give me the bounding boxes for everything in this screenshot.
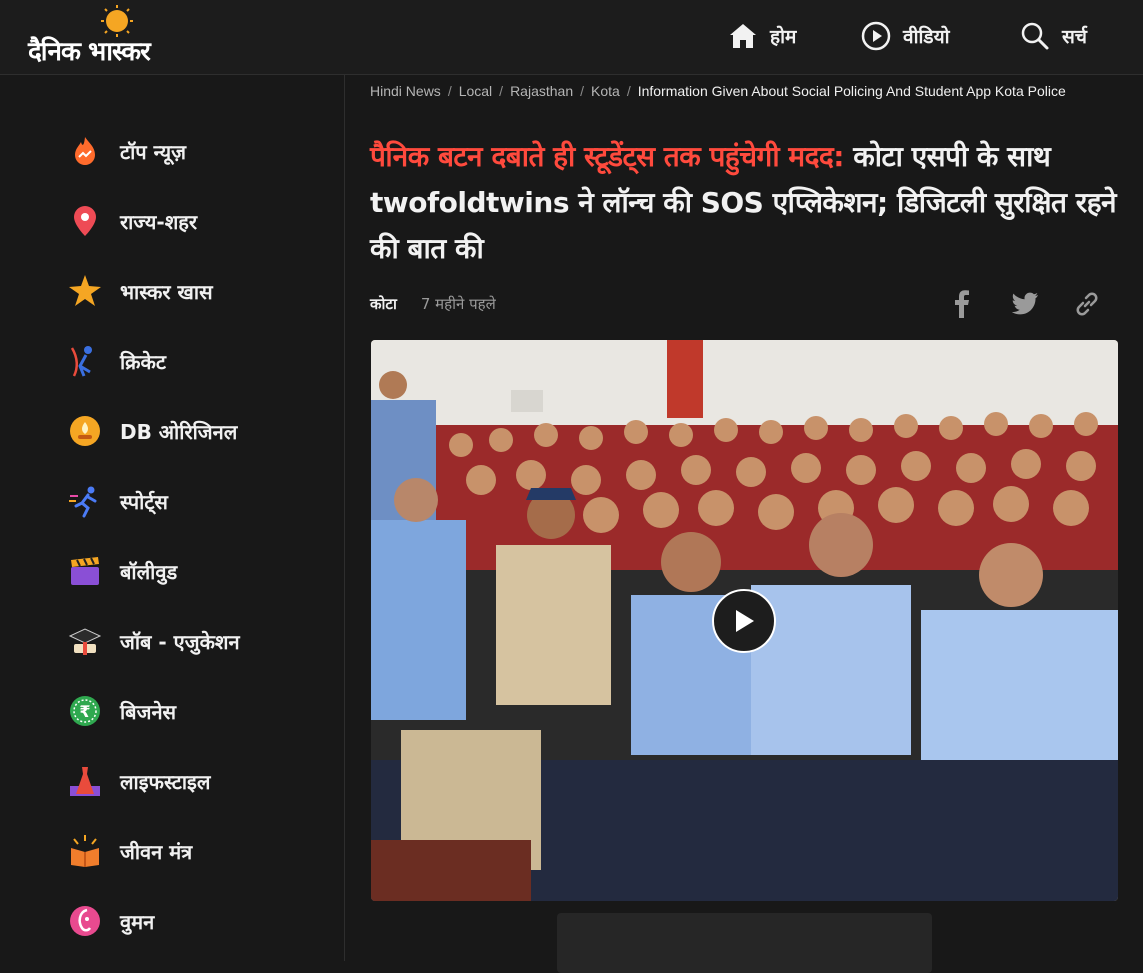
woman-face-icon <box>68 904 102 938</box>
dress-icon <box>68 764 102 798</box>
runner-icon <box>68 484 102 518</box>
sidebar-item-job-education[interactable]: जॉब - एजुकेशन <box>68 621 240 661</box>
sidebar-item-label: क्रिकेट <box>120 349 166 374</box>
sidebar: टॉप न्यूज़ राज्य-शहर भास्कर खास क्रिकेट … <box>0 75 345 961</box>
article-time: 7 महीने पहले <box>420 295 496 313</box>
ad-placeholder <box>557 913 932 973</box>
sidebar-item-label: स्पोर्ट्स <box>120 489 168 514</box>
breadcrumb-kota[interactable]: Kota <box>591 83 620 99</box>
sidebar-item-woman[interactable]: वुमन <box>68 901 154 941</box>
star-burst-icon <box>68 274 102 308</box>
cricket-batsman-icon <box>68 344 102 378</box>
article-meta: कोटा 7 महीने पहले <box>370 294 496 314</box>
article-headline: पैनिक बटन दबाते ही स्टूडेंट्स तक पहुंचेग… <box>370 134 1120 272</box>
breadcrumb-local[interactable]: Local <box>459 83 492 99</box>
breadcrumb-hindi-news[interactable]: Hindi News <box>370 83 441 99</box>
article-city[interactable]: कोटा <box>370 294 397 314</box>
sidebar-item-label: टॉप न्यूज़ <box>120 139 186 164</box>
lamp-icon <box>68 414 102 448</box>
copy-link-button[interactable] <box>1072 289 1102 319</box>
clapperboard-icon <box>68 554 102 588</box>
facebook-icon <box>955 290 969 318</box>
nav-video-label: वीडियो <box>903 26 950 48</box>
headline-highlight: पैनिक बटन दबाते ही स्टूडेंट्स तक पहुंचेग… <box>370 140 845 173</box>
sidebar-item-jeevan-mantra[interactable]: जीवन मंत्र <box>68 831 192 871</box>
flame-trend-icon <box>68 134 102 168</box>
sidebar-item-label: बिजनेस <box>120 699 177 724</box>
video-play-button[interactable] <box>712 589 776 653</box>
breadcrumb-separator: / <box>626 83 631 99</box>
top-header: दैनिक भास्कर होम वीडियो सर्च <box>0 0 1143 75</box>
sidebar-item-top-news[interactable]: टॉप न्यूज़ <box>68 131 186 171</box>
book-sun-icon <box>68 834 102 868</box>
nav-home-label: होम <box>770 26 797 48</box>
sidebar-item-label: DB ओरिजिनल <box>120 419 238 444</box>
sidebar-item-bhaskar-khas[interactable]: भास्कर खास <box>68 271 213 311</box>
search-icon <box>1021 22 1049 50</box>
breadcrumb: Hindi News / Local / Rajasthan / Kota / Informat… <box>370 83 1066 99</box>
facebook-share-button[interactable] <box>947 289 977 319</box>
sidebar-item-label: लाइफस्टाइल <box>120 769 211 794</box>
sidebar-item-label: वुमन <box>120 909 155 934</box>
breadcrumb-current: Information Given About Social Policing … <box>637 83 1066 99</box>
sidebar-item-label: जॉब - एजुकेशन <box>120 629 240 654</box>
nav-search-label: सर्च <box>1062 26 1087 48</box>
sidebar-item-state-city[interactable]: राज्य-शहर <box>68 201 197 241</box>
graduation-cap-icon <box>68 624 102 658</box>
sidebar-item-label: राज्य-शहर <box>120 209 198 234</box>
sidebar-item-lifestyle[interactable]: लाइफस्टाइल <box>68 761 210 801</box>
rupee-coin-icon: ₹ <box>68 694 102 728</box>
sidebar-item-bollywood[interactable]: बॉलीवुड <box>68 551 177 591</box>
site-logo[interactable]: दैनिक भास्कर <box>28 4 208 68</box>
sidebar-item-label: जीवन मंत्र <box>120 839 193 864</box>
breadcrumb-separator: / <box>580 83 584 99</box>
sidebar-item-sports[interactable]: स्पोर्ट्स <box>68 481 168 521</box>
nav-home[interactable]: होम <box>728 20 796 52</box>
sidebar-item-business[interactable]: ₹ बिजनेस <box>68 691 176 731</box>
play-icon <box>736 610 754 632</box>
twitter-icon <box>1011 292 1038 315</box>
play-circle-icon <box>861 21 891 51</box>
svg-text:₹: ₹ <box>79 702 90 721</box>
twitter-share-button[interactable] <box>1010 289 1040 319</box>
sidebar-item-label: बॉलीवुड <box>120 559 178 584</box>
sidebar-item-label: भास्कर खास <box>120 279 213 304</box>
breadcrumb-separator: / <box>499 83 504 99</box>
sidebar-item-cricket[interactable]: क्रिकेट <box>68 341 166 381</box>
sidebar-item-db-original[interactable]: DB ओरिजिनल <box>68 411 237 451</box>
breadcrumb-rajasthan[interactable]: Rajasthan <box>510 83 573 99</box>
nav-search[interactable]: सर्च <box>1020 20 1087 52</box>
site-logo-text: दैनिक भास्कर <box>28 37 151 67</box>
link-icon <box>1076 292 1098 316</box>
breadcrumb-separator: / <box>447 83 452 99</box>
location-pin-icon <box>68 204 102 238</box>
nav-video[interactable]: वीडियो <box>861 20 950 52</box>
home-icon <box>730 24 756 48</box>
